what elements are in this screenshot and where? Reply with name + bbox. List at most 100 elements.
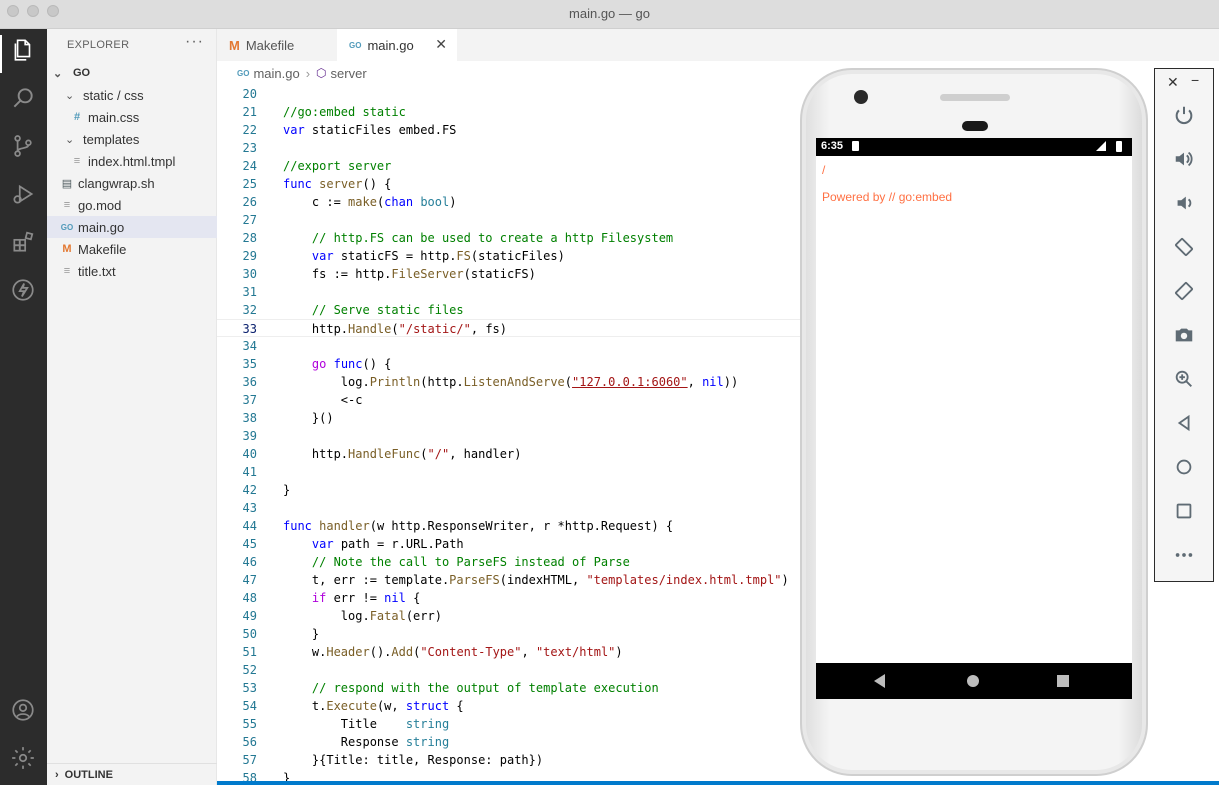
tree-file-makefile[interactable]: M Makefile [47,238,217,260]
code-line[interactable]: 53 // respond with the output of templat… [217,679,807,697]
home-icon[interactable] [1171,454,1197,480]
code-line[interactable]: 23 [217,139,807,157]
line-code: fs := http.FileServer(staticFS) [283,267,536,281]
code-editor[interactable]: 20 21 //go:embed static 22 var staticFiles e… [217,85,807,785]
breadcrumb: GO main.go › ⬡ server [217,61,807,85]
camera-icon[interactable] [1171,322,1197,348]
tree-folder-static-css[interactable]: ⌄ static / css [47,84,217,106]
code-line[interactable]: 27 [217,211,807,229]
code-line[interactable]: 36 log.Println(http.ListenAndServe("127.… [217,373,807,391]
code-line[interactable]: 32 // Serve static files [217,301,807,319]
tree-file-main-go[interactable]: GO main.go [47,216,217,238]
code-line[interactable]: 56 Response string [217,733,807,751]
code-line[interactable]: 20 [217,85,807,103]
code-line[interactable]: 24 //export server [217,157,807,175]
run-debug-icon[interactable] [8,179,38,209]
breadcrumb-file[interactable]: main.go [253,66,299,81]
line-code: } [283,483,291,497]
code-line[interactable]: 52 [217,661,807,679]
tree-folder-templates[interactable]: ⌄ templates [47,128,217,150]
volume-down-icon[interactable] [1171,190,1197,216]
code-line[interactable]: 41 [217,463,807,481]
symbol-method-icon: ⬡ [316,66,327,80]
rotate-left-icon[interactable] [1171,234,1197,260]
close-tab-icon[interactable]: ✕ [435,36,447,53]
code-line[interactable]: 37 <-c [217,391,807,409]
code-line[interactable]: 22 var staticFiles embed.FS [217,121,807,139]
explorer-icon[interactable] [8,35,38,65]
code-line[interactable]: 57 }{Title: title, Response: path}) [217,751,807,769]
tree-file-title-txt[interactable]: ≡ title.txt [47,260,217,282]
more-actions-icon[interactable]: ··· [185,33,204,51]
code-line[interactable]: 54 t.Execute(w, struct { [217,697,807,715]
code-line[interactable]: 48 if err != nil { [217,589,807,607]
code-line[interactable]: 34 [217,337,807,355]
emulator-close-icon[interactable]: ✕ [1167,74,1179,91]
tree-label: title.txt [78,263,116,279]
earpiece [962,121,988,131]
code-line[interactable]: 21 //go:embed static [217,103,807,121]
nav-back-icon[interactable] [874,674,885,688]
code-line[interactable]: 39 [217,427,807,445]
line-number: 32 [242,303,257,317]
code-line[interactable]: 44 func handler(w http.ResponseWriter, r … [217,517,807,535]
code-line[interactable]: 38 }() [217,409,807,427]
tree-file-main-css[interactable]: # main.css [47,106,217,128]
line-number: 20 [242,87,257,101]
code-line[interactable]: 45 var path = r.URL.Path [217,535,807,553]
code-line[interactable]: 33 http.Handle("/static/", fs) [217,319,807,337]
code-line[interactable]: 26 c := make(chan bool) [217,193,807,211]
window-titlebar: main.go — go [0,0,1219,29]
tree-root-go[interactable]: ⌄ GO [47,62,217,84]
code-line[interactable]: 50 } [217,625,807,643]
tab-makefile[interactable]: M Makefile [217,29,337,61]
code-line[interactable]: 31 [217,283,807,301]
text-file-icon: ≡ [73,155,81,167]
overview-icon[interactable] [1171,498,1197,524]
breadcrumb-symbol[interactable]: server [331,66,367,81]
tree-file-clangwrap-sh[interactable]: ▤ clangwrap.sh [47,172,217,194]
emulator-minimize-icon[interactable]: − [1191,72,1199,88]
code-line[interactable]: 49 log.Fatal(err) [217,607,807,625]
code-line[interactable]: 55 Title string [217,715,807,733]
back-icon[interactable] [1171,410,1197,436]
code-line[interactable]: 43 [217,499,807,517]
extensions-icon[interactable] [8,227,38,257]
tree-file-index-html-tmpl[interactable]: ≡ index.html.tmpl [47,150,217,172]
lightning-icon[interactable] [8,275,38,305]
code-line[interactable]: 47 t, err := template.ParseFS(indexHTML,… [217,571,807,589]
line-code: }() [283,411,334,425]
device-screen[interactable]: 6:35 / Powered by // go:embed [816,138,1132,699]
code-line[interactable]: 42} [217,481,807,499]
chevron-down-icon: ⌄ [65,89,75,102]
code-line[interactable]: 35 go func() { [217,355,807,373]
settings-gear-icon[interactable] [8,743,38,773]
code-line[interactable]: 29 var staticFS = http.FS(staticFiles) [217,247,807,265]
more-icon[interactable] [1171,542,1197,568]
nav-overview-icon[interactable] [1057,675,1069,687]
search-icon[interactable] [8,83,38,113]
source-control-icon[interactable] [8,131,38,161]
volume-up-icon[interactable] [1171,146,1197,172]
tree-label: templates [83,131,140,147]
code-line[interactable]: 30 fs := http.FileServer(staticFS) [217,265,807,283]
line-number: 26 [242,195,257,209]
tree-file-go-mod[interactable]: ≡ go.mod [47,194,217,216]
line-code: log.Fatal(err) [283,609,442,623]
tab-main-go[interactable]: GO main.go ✕ [337,29,457,61]
code-line[interactable]: 40 http.HandleFunc("/", handler) [217,445,807,463]
rotate-right-icon[interactable] [1171,278,1197,304]
power-icon[interactable] [1171,102,1197,128]
line-number: 45 [242,537,257,551]
outline-section[interactable]: › OUTLINE [47,763,217,785]
code-line[interactable]: 28 // http.FS can be used to create a ht… [217,229,807,247]
zoom-icon[interactable] [1171,366,1197,392]
line-number: 31 [242,285,257,299]
account-icon[interactable] [8,695,38,725]
code-line[interactable]: 46 // Note the call to ParseFS instead o… [217,553,807,571]
nav-home-icon[interactable] [967,675,979,687]
code-line[interactable]: 51 w.Header().Add("Content-Type", "text/… [217,643,807,661]
code-line[interactable]: 25 func server() { [217,175,807,193]
device-nav-bar [816,663,1132,699]
line-code: } [283,627,320,641]
